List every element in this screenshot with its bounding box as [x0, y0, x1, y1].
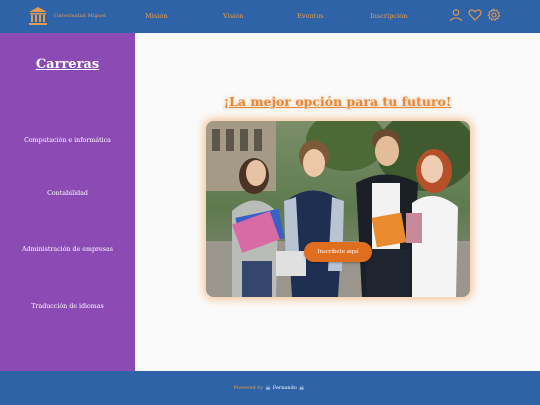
gear-icon[interactable] — [487, 8, 501, 22]
page-headline: ¡La mejor opción para tu futuro! — [223, 94, 452, 109]
skull-icon: ☠ — [265, 384, 271, 392]
nav-mision[interactable]: Misión — [145, 12, 168, 20]
user-icon[interactable] — [449, 8, 463, 22]
nav-vision[interactable]: Visión — [223, 12, 243, 20]
sidebar-item-traduccion[interactable]: Traducción de idiomas — [20, 303, 115, 311]
top-navbar: Universidad Miguel Misión Visión Eventos… — [0, 0, 540, 33]
register-button[interactable]: Inscríbete aquí — [304, 242, 372, 262]
students-photo: Inscríbete aquí — [206, 121, 470, 297]
sidebar-item-computacion[interactable]: Computación e informática — [20, 137, 115, 145]
sidebar-item-administracion[interactable]: Administración de empresas — [20, 246, 115, 254]
footer: Powered by ☠ Fernando ☠ — [0, 371, 540, 405]
students-illustration — [206, 121, 470, 297]
sidebar-title[interactable]: Carreras — [0, 57, 135, 72]
brand-name: Universidad Miguel — [54, 13, 106, 19]
university-icon — [29, 7, 47, 25]
heart-icon[interactable] — [468, 8, 482, 22]
sidebar: Carreras Computación e informática Conta… — [0, 33, 135, 371]
brand[interactable]: Universidad Miguel — [28, 6, 106, 26]
sidebar-item-contabilidad[interactable]: Contabilidad — [20, 190, 115, 198]
nav-eventos[interactable]: Eventos — [297, 12, 324, 20]
footer-author[interactable]: Fernando — [273, 385, 297, 391]
footer-powered-label: Powered by — [233, 385, 264, 391]
nav-inscripcion[interactable]: Inscripción — [370, 12, 407, 20]
main-content: ¡La mejor opción para tu futuro! Inscríb… — [135, 33, 540, 371]
skull-icon: ☠ — [298, 384, 305, 392]
